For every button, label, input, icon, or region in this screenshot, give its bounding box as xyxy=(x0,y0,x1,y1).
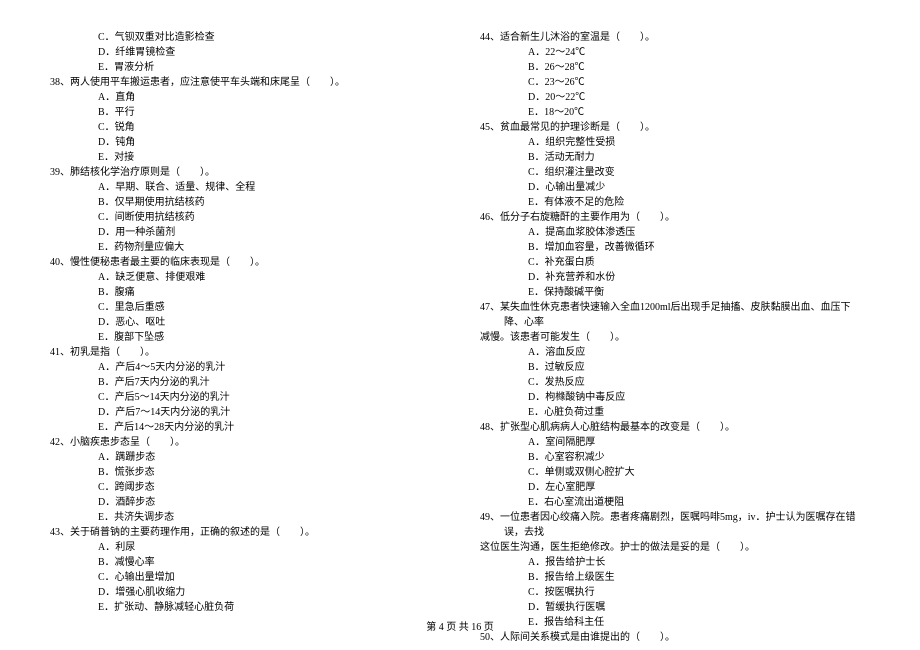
option: C．补充蛋白质 xyxy=(480,255,870,270)
option: E．腹部下坠感 xyxy=(50,330,440,345)
option: B．过敏反应 xyxy=(480,360,870,375)
option: D．酒醉步态 xyxy=(50,495,440,510)
option: B．心室容积减少 xyxy=(480,450,870,465)
option: D．左心室肥厚 xyxy=(480,480,870,495)
option: C．心输出量增加 xyxy=(50,570,440,585)
option: D．暂缓执行医嘱 xyxy=(480,600,870,615)
question-41: 41、初乳是指（ ）。 xyxy=(50,345,440,360)
option: A．蹒跚步态 xyxy=(50,450,440,465)
option: C．跨阈步态 xyxy=(50,480,440,495)
question-45: 45、贫血最常见的护理诊断是（ ）。 xyxy=(480,120,870,135)
question-44: 44、适合新生儿沐浴的室温是（ ）。 xyxy=(480,30,870,45)
option: E．对接 xyxy=(50,150,440,165)
option: C．发热反应 xyxy=(480,375,870,390)
right-column: 44、适合新生儿沐浴的室温是（ ）。 A．22～24℃ B．26～28℃ C．2… xyxy=(480,30,870,645)
question-38: 38、两人使用平车搬运患者，应注意使平车头端和床尾呈（ ）。 xyxy=(50,75,440,90)
option: B．产后7天内分泌的乳汁 xyxy=(50,375,440,390)
option: C．23～26℃ xyxy=(480,75,870,90)
option: D．心输出量减少 xyxy=(480,180,870,195)
option: E．心脏负荷过重 xyxy=(480,405,870,420)
question-46: 46、低分子右旋糖酐的主要作用为（ ）。 xyxy=(480,210,870,225)
option: C．里急后重感 xyxy=(50,300,440,315)
option: D．增强心肌收缩力 xyxy=(50,585,440,600)
option: B．减慢心率 xyxy=(50,555,440,570)
question-39: 39、肺结核化学治疗原则是（ ）。 xyxy=(50,165,440,180)
question-49-cont: 这位医生沟通，医生拒绝修改。护士的做法是妥的是（ ）。 xyxy=(480,540,870,555)
option: A．组织完整性受损 xyxy=(480,135,870,150)
option: C．间断使用抗结核药 xyxy=(50,210,440,225)
question-49: 49、一位患者因心绞痛入院。患者疼痛剧烈，医嘱吗啡5mg，iv．护士认为医嘱存在… xyxy=(480,510,870,540)
option: B．增加血容量，改善微循环 xyxy=(480,240,870,255)
option: E．保持酸碱平衡 xyxy=(480,285,870,300)
question-47-cont: 减慢。该患者可能发生（ ）。 xyxy=(480,330,870,345)
option: E．药物剂量应偏大 xyxy=(50,240,440,255)
question-48: 48、扩张型心肌病病人心脏结构最基本的改变是（ ）。 xyxy=(480,420,870,435)
option: E．18～20℃ xyxy=(480,105,870,120)
option: B．平行 xyxy=(50,105,440,120)
option: D．产后7～14天内分泌的乳汁 xyxy=(50,405,440,420)
option: B．26～28℃ xyxy=(480,60,870,75)
option: A．室间隔肥厚 xyxy=(480,435,870,450)
option: D．恶心、呕吐 xyxy=(50,315,440,330)
question-40: 40、慢性便秘患者最主要的临床表现是（ ）。 xyxy=(50,255,440,270)
option: E．有体液不足的危险 xyxy=(480,195,870,210)
option: A．报告给护士长 xyxy=(480,555,870,570)
option: D．枸橼酸钠中毒反应 xyxy=(480,390,870,405)
option: E．扩张动、静脉减轻心脏负荷 xyxy=(50,600,440,615)
option: B．报告给上级医生 xyxy=(480,570,870,585)
option: A．溶血反应 xyxy=(480,345,870,360)
option: C．单侧或双侧心腔扩大 xyxy=(480,465,870,480)
option: D．用一种杀菌剂 xyxy=(50,225,440,240)
option: B．慌张步态 xyxy=(50,465,440,480)
option: D．纤维胃镜检查 xyxy=(50,45,440,60)
option: E．共济失调步态 xyxy=(50,510,440,525)
option: A．缺乏便意、排便艰难 xyxy=(50,270,440,285)
option: A．产后4～5天内分泌的乳汁 xyxy=(50,360,440,375)
question-43: 43、关于硝普钠的主要药理作用，正确的叙述的是（ ）。 xyxy=(50,525,440,540)
option: D．补充营养和水份 xyxy=(480,270,870,285)
page-footer: 第 4 页 共 16 页 xyxy=(0,620,920,635)
option: E．右心室流出道梗阻 xyxy=(480,495,870,510)
option: E．产后14～28天内分泌的乳汁 xyxy=(50,420,440,435)
question-47: 47、某失血性休克患者快速输入全血1200ml后出现手足抽搐、皮肤黏膜出血、血压… xyxy=(480,300,870,330)
option: B．仅早期使用抗结核药 xyxy=(50,195,440,210)
option: D．钝角 xyxy=(50,135,440,150)
option: C．按医嘱执行 xyxy=(480,585,870,600)
left-column: C．气钡双重对比造影检查 D．纤维胃镜检查 E．胃液分析 38、两人使用平车搬运… xyxy=(50,30,440,645)
option: D．20～22℃ xyxy=(480,90,870,105)
option: C．产后5～14天内分泌的乳汁 xyxy=(50,390,440,405)
option: A．利尿 xyxy=(50,540,440,555)
option: A．早期、联合、适量、规律、全程 xyxy=(50,180,440,195)
question-42: 42、小脑疾患步态呈（ ）。 xyxy=(50,435,440,450)
option: A．提高血浆胶体渗透压 xyxy=(480,225,870,240)
option: C．气钡双重对比造影检查 xyxy=(50,30,440,45)
option: E．胃液分析 xyxy=(50,60,440,75)
option: A．直角 xyxy=(50,90,440,105)
option: A．22～24℃ xyxy=(480,45,870,60)
option: B．活动无耐力 xyxy=(480,150,870,165)
option: B．腹痛 xyxy=(50,285,440,300)
option: C．组织灌注量改变 xyxy=(480,165,870,180)
option: C．锐角 xyxy=(50,120,440,135)
